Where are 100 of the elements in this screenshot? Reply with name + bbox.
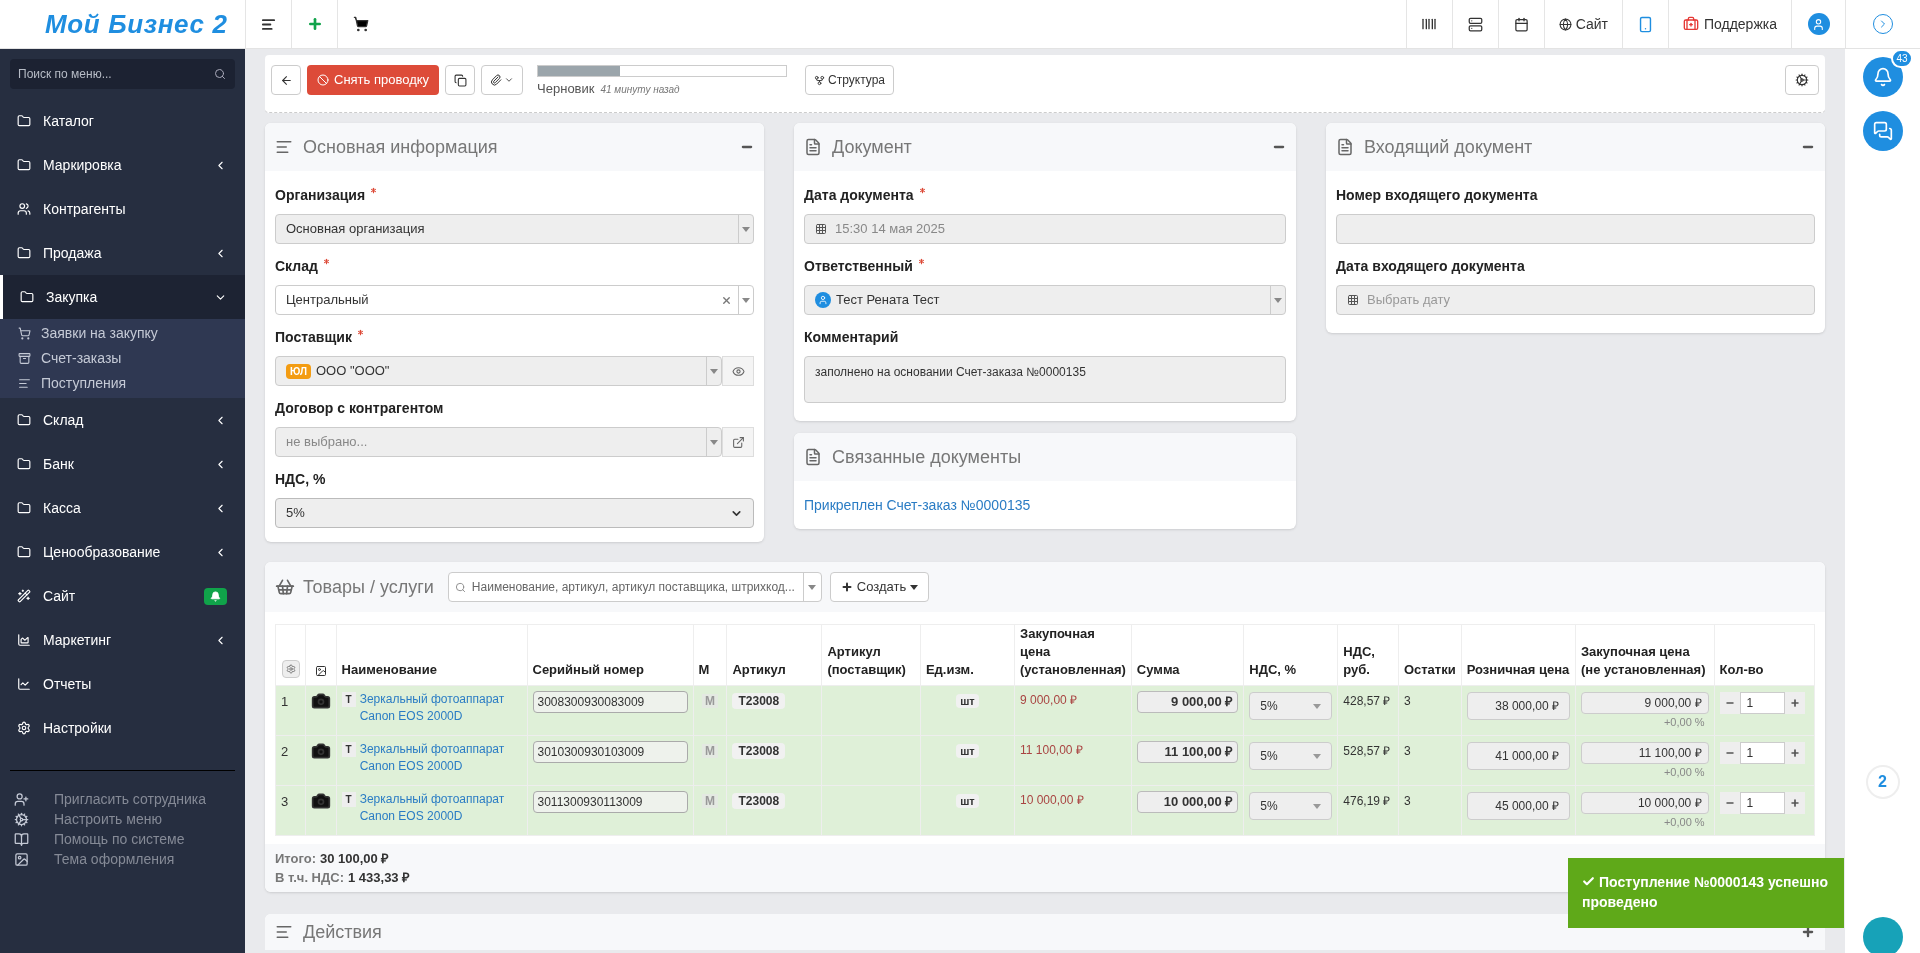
- card-title: Документ: [832, 135, 912, 159]
- card-title: Связанные документы: [832, 445, 1022, 469]
- sidebar-item[interactable]: Настройки: [0, 706, 245, 750]
- sum-field[interactable]: 11 100,00 ₽: [1136, 741, 1239, 763]
- sidebar-item[interactable]: Склад: [0, 398, 245, 442]
- footer-link[interactable]: Пригласить сотрудника: [14, 789, 245, 809]
- field-label: Организация: [275, 185, 379, 206]
- purchase-price-field[interactable]: 9 000,00 ₽: [1580, 692, 1709, 714]
- column-header: М: [698, 662, 710, 677]
- success-toast: Поступление №0000143 успешно проведено: [1568, 858, 1844, 928]
- column-header: Артикул: [732, 662, 786, 677]
- purchase-price: 10 000,00 ₽: [1020, 793, 1084, 807]
- type-tag: Т: [341, 792, 356, 807]
- menu-search-field[interactable]: Поиск по меню...: [10, 59, 235, 89]
- column-header: Ед.изм.: [925, 662, 974, 677]
- sum-field[interactable]: 9 000,00 ₽: [1136, 691, 1239, 713]
- field-label: Договор с контрагентом: [275, 399, 444, 418]
- submenu-item[interactable]: Поступления: [0, 371, 245, 396]
- product-link[interactable]: Зеркальный фотоаппарат Canon EOS 2000D: [359, 691, 522, 725]
- vat-select[interactable]: 5%: [275, 498, 754, 528]
- article-tag: T23008: [732, 793, 786, 809]
- column-header: Остатки: [1403, 662, 1456, 677]
- vat-select[interactable]: 5%: [1249, 792, 1333, 820]
- sum-field[interactable]: 10 000,00 ₽: [1136, 791, 1239, 813]
- status-time: 41 минуту назад: [600, 83, 680, 97]
- retail-price-field[interactable]: 45 000,00 ₽: [1466, 792, 1570, 820]
- status-text: Черновик: [537, 80, 595, 98]
- sidebar-item[interactable]: Отчеты: [0, 662, 245, 706]
- logo[interactable]: Мой Бизнес 2: [45, 4, 228, 44]
- sidebar-item[interactable]: Контрагенты: [0, 187, 245, 231]
- field-label: Поставщик: [275, 327, 365, 348]
- column-header: Закупочная цена (не установленная): [1580, 644, 1706, 677]
- notification-count: 43: [1891, 49, 1913, 68]
- site-link[interactable]: Сайт: [1543, 0, 1622, 48]
- card-title: Товары / услуги: [303, 575, 434, 599]
- column-header: Серийный номер: [532, 662, 644, 677]
- column-header: Сумма: [1136, 662, 1180, 677]
- submenu-item[interactable]: Заявки на закупку: [0, 321, 245, 346]
- related-document-link[interactable]: Прикреплен Счет-заказ №0000135: [804, 497, 1031, 513]
- select-field[interactable]: Центральный: [275, 285, 754, 315]
- column-header: НДС, %: [1249, 662, 1297, 677]
- column-header: Кол-во: [1719, 662, 1764, 677]
- quantity-field[interactable]: 1: [1739, 692, 1785, 714]
- stock-count: 3: [1403, 794, 1411, 808]
- vat-select[interactable]: 5%: [1249, 692, 1333, 720]
- field-label: Дата документа: [804, 185, 927, 206]
- markup-percent: +0,00 %: [1663, 816, 1705, 828]
- product-link[interactable]: Зеркальный фотоаппарат Canon EOS 2000D: [359, 791, 522, 825]
- sidebar-item[interactable]: Каталог: [0, 99, 245, 143]
- column-header: Розничная цена: [1466, 662, 1570, 677]
- markup-percent: +0,00 %: [1663, 766, 1705, 778]
- serial-number-field[interactable]: 3008300930083009: [532, 691, 688, 713]
- sidebar-item[interactable]: Банк: [0, 442, 245, 486]
- total-label: Итого:: [275, 850, 316, 868]
- quantity-field[interactable]: 1: [1739, 742, 1785, 764]
- footer-link[interactable]: Помощь по системе: [14, 829, 245, 849]
- sidebar-item[interactable]: Продажа: [0, 231, 245, 275]
- sidebar-item[interactable]: Ценообразование: [0, 530, 245, 574]
- unpost-button[interactable]: Снять проводку: [307, 65, 440, 95]
- stock-count: 3: [1403, 694, 1411, 708]
- serial-number-field[interactable]: 3010300930103009: [532, 741, 688, 763]
- purchase-price-field[interactable]: 11 100,00 ₽: [1580, 742, 1709, 764]
- responsible-select[interactable]: Тест Рената Тест: [804, 285, 1286, 315]
- footer-link[interactable]: Тема оформления: [14, 849, 245, 869]
- product-link[interactable]: Зеркальный фотоаппарат Canon EOS 2000D: [359, 741, 522, 775]
- serial-number-field[interactable]: 3011300930113009: [532, 791, 688, 813]
- type-tag: Т: [341, 692, 356, 707]
- support-link[interactable]: Поддержка: [1667, 0, 1791, 48]
- sidebar-item[interactable]: Касса: [0, 486, 245, 530]
- sidebar-item[interactable]: Сайт: [0, 574, 245, 618]
- stock-count: 3: [1403, 744, 1411, 758]
- vat-select[interactable]: 5%: [1249, 742, 1333, 770]
- type-tag: Т: [341, 742, 356, 757]
- sidebar-item[interactable]: Закупка: [0, 275, 245, 319]
- field-label: Дата входящего документа: [1336, 257, 1525, 276]
- markup-percent: +0,00 %: [1663, 716, 1705, 728]
- card-title: Основная информация: [303, 135, 498, 159]
- vat-amount: 476,19 ₽: [1343, 794, 1391, 808]
- vat-total-label: В т.ч. НДС:: [275, 869, 344, 887]
- purchase-price: 11 100,00 ₽: [1020, 743, 1083, 757]
- structure-button[interactable]: Структура: [805, 65, 894, 95]
- quantity-field[interactable]: 1: [1739, 792, 1785, 814]
- product-search-field[interactable]: Наименование, артикул, артикул поставщика, штрихкод...: [447, 572, 822, 602]
- comment-field[interactable]: заполнено на основании Счет-заказа №0000135: [804, 356, 1286, 403]
- marking-tag: М: [702, 694, 718, 708]
- submenu-item[interactable]: Счет-заказы: [0, 346, 245, 371]
- legal-entity-tag: ЮЛ: [286, 363, 311, 379]
- footer-link[interactable]: Настроить меню: [14, 809, 245, 829]
- retail-price-field[interactable]: 41 000,00 ₽: [1466, 742, 1570, 770]
- row-number: 2: [281, 744, 289, 759]
- field-label: Склад: [275, 256, 331, 277]
- article-tag: T23008: [732, 743, 786, 759]
- sidebar-item[interactable]: Маркировка: [0, 143, 245, 187]
- create-button[interactable]: Создать: [829, 572, 930, 602]
- purchase-price-field[interactable]: 10 000,00 ₽: [1580, 792, 1709, 814]
- unit-tag: шт: [956, 744, 979, 758]
- column-header: Закупочная цена (установленная): [1020, 626, 1126, 677]
- sidebar-item[interactable]: Маркетинг: [0, 618, 245, 662]
- field-label: Комментарий: [804, 328, 899, 347]
- retail-price-field[interactable]: 38 000,00 ₽: [1466, 692, 1570, 720]
